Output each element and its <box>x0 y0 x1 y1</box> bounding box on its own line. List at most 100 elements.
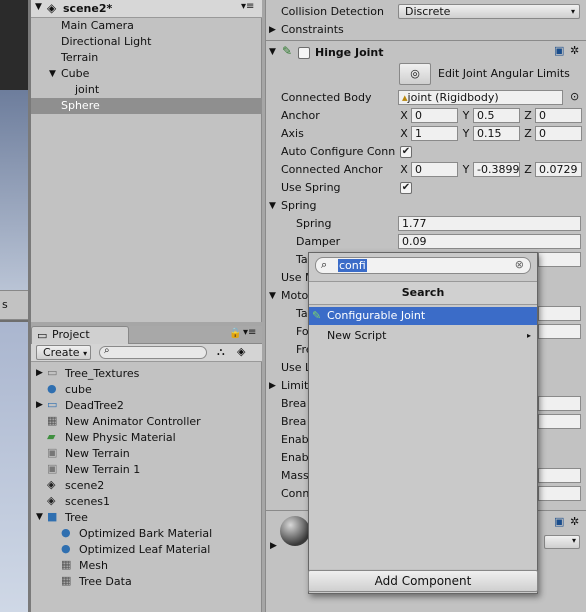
scene-horizon <box>0 90 28 300</box>
conn-anchor-z-field[interactable]: 0.0729 <box>535 162 582 177</box>
project-asset[interactable]: Tree Data <box>79 574 132 590</box>
spring-field[interactable]: 1.77 <box>398 216 581 231</box>
help-icon[interactable]: ▣ <box>554 44 564 57</box>
project-toolbar: Create ▾ ⌕ ⛬ ◈ <box>31 344 262 362</box>
folder-icon: ▭ <box>47 398 58 411</box>
joint-icon: ✎ <box>312 309 322 322</box>
property-field[interactable] <box>538 414 581 429</box>
inspector-property-label: Fo <box>296 325 309 338</box>
anchor-x-field[interactable]: 0 <box>411 108 458 123</box>
project-asset[interactable]: New Animator Controller <box>65 414 201 430</box>
project-asset[interactable]: Tree_Textures <box>65 366 139 382</box>
help-icon[interactable]: ▣ <box>554 515 564 528</box>
expand-arrow-icon[interactable]: ▼ <box>36 512 43 522</box>
axis-x-field[interactable]: 1 <box>411 126 458 141</box>
tab-project[interactable]: ▭ Project <box>31 326 129 344</box>
divider <box>266 40 586 41</box>
file-icon: ● <box>47 382 57 395</box>
project-asset[interactable]: Optimized Bark Material <box>79 526 212 542</box>
conn-anchor-x-field[interactable]: 0 <box>411 162 458 177</box>
auto-configure-checkbox[interactable]: ✔ <box>400 146 412 158</box>
component-search-input[interactable]: ⌕ confi ⊗ <box>315 257 531 274</box>
filter-type-icon[interactable]: ⛬ <box>217 345 225 359</box>
project-asset[interactable]: DeadTree2 <box>65 398 124 414</box>
property-field[interactable] <box>538 252 581 267</box>
menu-icon[interactable]: ▾≡ <box>243 327 256 338</box>
add-component-button[interactable]: Add Component <box>308 570 538 592</box>
create-label: Create <box>43 346 80 359</box>
hierarchy-item[interactable]: Terrain <box>61 50 98 66</box>
expand-arrow-icon[interactable]: ▶ <box>36 400 43 410</box>
project-asset[interactable]: Mesh <box>79 558 108 574</box>
spring-foldout[interactable]: Spring <box>281 198 317 214</box>
hierarchy-item[interactable]: Main Camera <box>61 18 134 34</box>
collapse-arrow-icon[interactable]: ▶ <box>269 25 276 35</box>
hierarchy-item[interactable]: joint <box>75 82 99 98</box>
anchor-z-field[interactable]: 0 <box>535 108 582 123</box>
conn-anchor-y-field[interactable]: -0.3899 <box>473 162 520 177</box>
axis-z-field[interactable]: 0 <box>535 126 582 141</box>
project-asset[interactable]: Optimized Leaf Material <box>79 542 210 558</box>
scene-view[interactable]: s <box>0 0 28 612</box>
inspector-property-label: Moto <box>281 289 309 302</box>
hierarchy-item-selected[interactable]: Sphere <box>31 98 262 114</box>
project-search-input[interactable]: ⌕ <box>99 345 207 359</box>
foldout-arrow-icon[interactable]: ▶ <box>269 381 276 391</box>
project-asset[interactable]: scenes1 <box>65 494 110 510</box>
configurable-joint-label: Configurable Joint <box>327 309 426 322</box>
collision-detection-value: Discrete <box>405 5 451 18</box>
project-asset[interactable]: Tree <box>65 510 88 526</box>
project-asset[interactable]: cube <box>65 382 92 398</box>
lock-icon[interactable]: 🔒 <box>229 328 241 339</box>
clear-search-icon[interactable]: ⊗ <box>515 258 524 271</box>
expand-arrow-icon[interactable]: ▼ <box>49 69 56 79</box>
damper-field[interactable]: 0.09 <box>398 234 581 249</box>
component-enabled-checkbox[interactable] <box>298 47 310 59</box>
hierarchy-item[interactable]: Directional Light <box>61 34 151 50</box>
project-asset[interactable]: New Terrain <box>65 446 130 462</box>
constraints-foldout[interactable]: Constraints <box>281 22 344 38</box>
expand-arrow-icon[interactable]: ▼ <box>35 2 42 12</box>
scene-toolbar[interactable]: s <box>0 290 28 320</box>
property-field[interactable] <box>538 306 581 321</box>
gear-icon[interactable]: ✲ <box>570 44 579 57</box>
axis-x-label: X <box>400 127 408 140</box>
file-icon: ▦ <box>61 574 72 587</box>
configurable-joint-item[interactable]: ✎ Configurable Joint <box>309 307 537 325</box>
hierarchy-item[interactable]: Cube <box>61 66 89 82</box>
project-asset[interactable]: scene2 <box>65 478 104 494</box>
gear-icon[interactable]: ✲ <box>570 515 579 528</box>
menu-icon[interactable]: ▾≡ <box>241 1 254 12</box>
edit-limits-button[interactable]: ◎ <box>399 63 431 85</box>
expand-arrow-icon[interactable]: ▼ <box>269 201 276 211</box>
anchor-y-field[interactable]: 0.5 <box>473 108 520 123</box>
new-script-item[interactable]: New Script ▸ <box>309 327 537 345</box>
property-field[interactable] <box>538 324 581 339</box>
use-spring-checkbox[interactable]: ✔ <box>400 182 412 194</box>
expand-arrow-icon[interactable]: ▶ <box>36 368 43 378</box>
project-asset[interactable]: New Terrain 1 <box>65 462 140 478</box>
file-icon: ● <box>61 526 71 539</box>
foldout-arrow-icon[interactable]: ▼ <box>269 291 276 301</box>
project-asset[interactable]: New Physic Material <box>65 430 176 446</box>
inspector-property-label: Mass <box>281 469 309 482</box>
scene-tool-label: s <box>2 298 8 311</box>
connected-body-field[interactable]: ▴joint (Rigidbody) <box>398 90 563 105</box>
folder-icon: ▭ <box>47 366 58 379</box>
collapse-arrow-icon[interactable]: ▶ <box>270 541 277 551</box>
submenu-arrow-icon: ▸ <box>526 331 531 340</box>
inspector-property-label: Conn <box>281 487 310 500</box>
property-field[interactable] <box>538 486 581 501</box>
object-picker-icon[interactable]: ⊙ <box>570 90 579 103</box>
property-field[interactable] <box>538 396 581 411</box>
property-field[interactable] <box>538 468 581 483</box>
file-icon: ▦ <box>47 414 58 427</box>
filter-label-icon[interactable]: ◈ <box>237 345 245 358</box>
target-position-label: Ta <box>296 253 308 266</box>
collision-detection-dropdown[interactable]: Discrete ▾ <box>398 4 580 19</box>
inspector-property-label: Brea <box>281 415 307 428</box>
create-button[interactable]: Create ▾ <box>36 345 91 360</box>
expand-arrow-icon[interactable]: ▼ <box>269 47 276 57</box>
shader-dropdown[interactable]: ▾ <box>544 535 580 549</box>
axis-y-field[interactable]: 0.15 <box>473 126 520 141</box>
